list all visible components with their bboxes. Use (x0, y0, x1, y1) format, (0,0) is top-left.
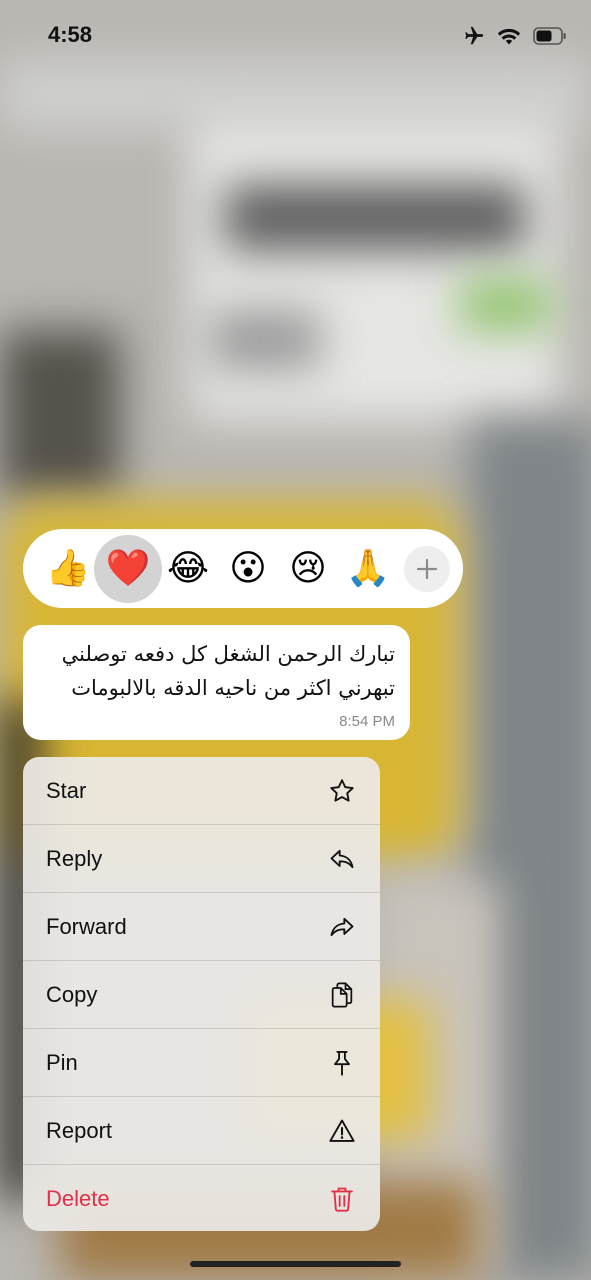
menu-item-label: Star (46, 777, 87, 803)
menu-item-star[interactable]: Star (23, 757, 380, 825)
home-indicator[interactable] (190, 1261, 401, 1267)
battery-icon (533, 27, 567, 45)
reaction-crying[interactable]: 😢 (278, 539, 338, 599)
menu-item-pin[interactable]: Pin (23, 1029, 380, 1097)
reaction-surprised[interactable]: 😮 (218, 539, 278, 599)
menu-item-report[interactable]: Report (23, 1097, 380, 1165)
trash-icon (327, 1184, 357, 1214)
message-bubble: تبارك الرحمن الشغل كل دفعه توصلني تبهرني… (23, 625, 410, 740)
menu-item-copy[interactable]: Copy (23, 961, 380, 1029)
reaction-bar: 👍 ❤️ 😂 😮 😢 🙏 (23, 529, 463, 608)
message-timestamp: 8:54 PM (339, 713, 395, 730)
wifi-icon (497, 27, 521, 45)
add-reaction-button[interactable] (404, 545, 450, 592)
status-bar: 4:58 (0, 0, 591, 70)
menu-item-label: Forward (46, 913, 127, 939)
star-icon (327, 776, 357, 806)
copy-icon (327, 980, 357, 1010)
menu-item-label: Copy (46, 981, 98, 1007)
menu-item-forward[interactable]: Forward (23, 893, 380, 961)
menu-item-label: Report (46, 1117, 113, 1143)
message-text: تبارك الرحمن الشغل كل دفعه توصلني تبهرني… (61, 642, 395, 700)
status-time: 4:58 (48, 22, 93, 47)
menu-item-delete[interactable]: Delete (23, 1165, 380, 1231)
reaction-heart[interactable]: ❤️ (94, 534, 162, 603)
reply-icon (327, 844, 357, 874)
forward-icon (327, 912, 357, 942)
warning-icon (327, 1116, 357, 1146)
pin-icon (327, 1048, 357, 1078)
reaction-thumbs-up[interactable]: 👍 (38, 539, 98, 599)
plus-icon (416, 558, 438, 579)
menu-item-label: Delete (46, 1186, 110, 1211)
menu-item-label: Pin (46, 1049, 78, 1075)
menu-item-label: Reply (46, 845, 103, 871)
reaction-praying-hands[interactable]: 🙏 (338, 539, 398, 599)
menu-item-reply[interactable]: Reply (23, 825, 380, 893)
airplane-icon (463, 25, 485, 47)
reaction-laughing[interactable]: 😂 (158, 539, 218, 599)
message-context-menu: Star Reply Forward Copy Pin Report Delet… (23, 757, 380, 1231)
